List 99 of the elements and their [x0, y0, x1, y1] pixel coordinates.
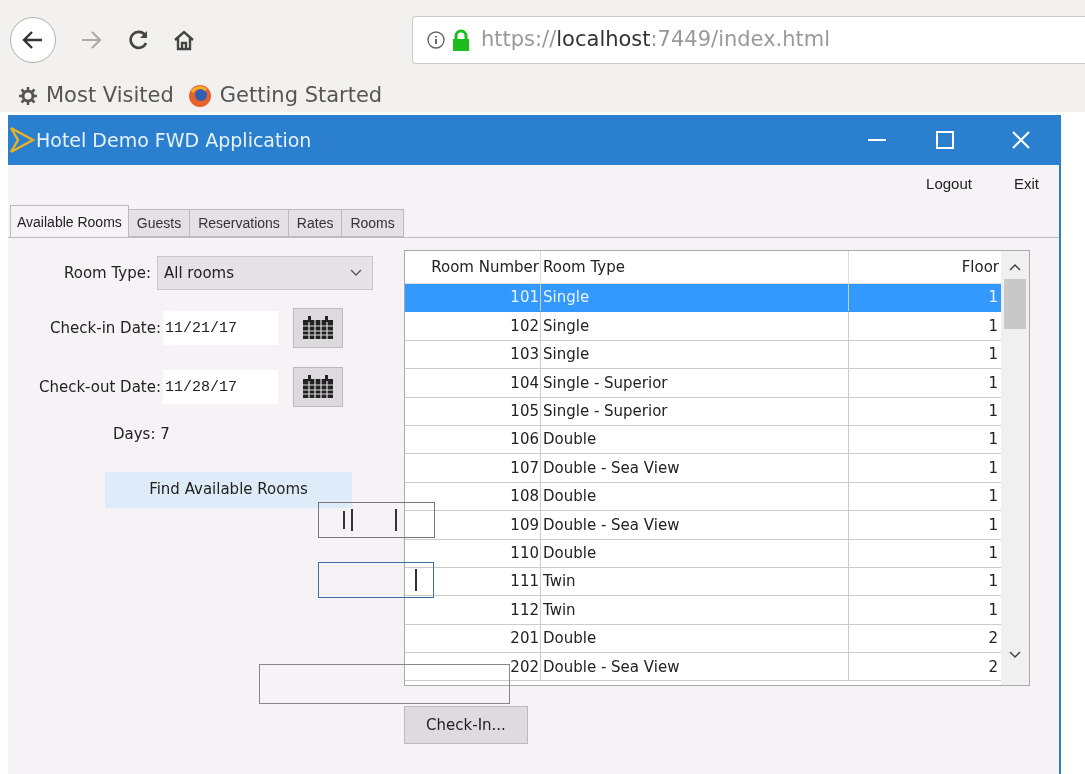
bookmark-link[interactable]: Most Visited [46, 80, 174, 112]
table-row[interactable]: 106 Double 1 [405, 425, 1001, 455]
table-cell-text: 2 [987, 628, 999, 650]
table-cell: Double [541, 539, 849, 567]
calendar-icon [302, 375, 334, 399]
table-cell-text: 1 [987, 599, 999, 621]
table-row[interactable]: 104 Single - Superior 1 [405, 369, 1001, 398]
table-cell: Double [541, 425, 849, 454]
maximize-icon [936, 131, 954, 149]
logo-icon [8, 125, 36, 155]
table-cell: Double - Sea View [541, 511, 849, 539]
back-arrow-icon [22, 30, 44, 50]
table-cell: 102 [405, 312, 541, 340]
tab[interactable]: Available Rooms [10, 205, 129, 238]
table-cell-text: 1 [987, 401, 999, 422]
days-count: Days: 7 [113, 424, 170, 445]
table-row[interactable]: 110 Double 1 [405, 539, 1001, 568]
url-text: https://localhost:7449/index.html [481, 26, 831, 54]
table-row[interactable]: 111 Twin 1 [405, 567, 1001, 597]
table-row[interactable]: 103 Single 1 [405, 340, 1001, 370]
table-cell-text: 2 [987, 656, 999, 678]
bookmark-link[interactable]: Getting Started [219, 80, 383, 112]
globe-icon [187, 84, 212, 108]
table-cell: Single [541, 312, 849, 340]
table-cell-text: 1 [987, 429, 999, 451]
field-label: Check-in Date: [49, 317, 162, 339]
table-cell-text: 1 [987, 315, 999, 337]
chevron-down-icon [350, 269, 362, 277]
calendar-icon [302, 316, 334, 340]
menu-item[interactable]: Exit [1014, 172, 1039, 196]
table-cell: 101 [405, 284, 541, 312]
table-cell: Double - Sea View [541, 454, 849, 482]
table-cell-text: 1 [987, 372, 999, 394]
table-cell: 106 [405, 425, 541, 454]
minimize-icon [868, 138, 886, 142]
column-header[interactable]: Floor [849, 251, 1001, 283]
table-cell: 108 [405, 482, 541, 511]
column-header[interactable]: Room Type [541, 251, 849, 283]
table-cell-text: 1 [987, 344, 999, 366]
tab[interactable]: Guests [128, 209, 191, 237]
menu-item[interactable]: Logout [926, 172, 972, 196]
table-row[interactable]: 112 Twin 1 [405, 596, 1001, 625]
info-icon[interactable] [427, 31, 445, 49]
table-cell: 103 [405, 340, 541, 369]
table-cell: Twin [541, 567, 849, 596]
table-cell-text: 1 [987, 542, 999, 564]
table-cell: Double [541, 624, 849, 653]
reload-icon[interactable] [128, 29, 150, 51]
table-row[interactable]: 105 Single - Superior 1 [405, 397, 1001, 426]
tab[interactable]: Rooms [342, 209, 404, 237]
window-title: Hotel Demo FWD Application [36, 127, 312, 153]
back-button[interactable] [10, 17, 56, 63]
date-field[interactable]: 11/28/17 [163, 370, 278, 404]
table-row[interactable]: 109 Double - Sea View 1 [405, 511, 1001, 540]
find-rooms-button[interactable]: Find Available Rooms [105, 471, 352, 508]
table-cell: Double - Sea View [541, 653, 849, 681]
date-field[interactable]: 11/21/17 [163, 311, 278, 345]
tab[interactable]: Reservations [190, 209, 289, 237]
home-icon[interactable] [172, 29, 196, 51]
chevron-up-icon[interactable] [1009, 263, 1021, 271]
table-row[interactable]: 201 Double 2 [405, 624, 1001, 654]
table-cell: Single - Superior [541, 397, 849, 425]
scroll-thumb[interactable] [1004, 279, 1026, 329]
table-cell: Double [541, 482, 849, 511]
table-cell: 112 [405, 596, 541, 624]
table-row[interactable]: 107 Double - Sea View 1 [405, 454, 1001, 483]
calendar-button[interactable] [293, 308, 343, 348]
room-type-dropdown[interactable]: All rooms [157, 256, 373, 290]
gear-icon [18, 86, 38, 106]
column-header[interactable]: Room Number [405, 251, 541, 283]
table-cell: Twin [541, 596, 849, 624]
table-cell: 110 [405, 539, 541, 567]
table-cell: Single [541, 284, 849, 312]
lock-icon [451, 29, 471, 51]
field-label: Room Type: [63, 262, 152, 284]
table-cell: 202 [405, 653, 541, 681]
url-bar[interactable]: https://localhost:7449/index.html [412, 16, 1085, 64]
table-row[interactable]: 202 Double - Sea View 2 [405, 653, 1001, 682]
table-row[interactable]: 108 Double 1 [405, 482, 1001, 512]
close-icon [1012, 131, 1030, 149]
table-cell: 104 [405, 369, 541, 397]
scrollbar[interactable] [1001, 251, 1029, 685]
table-cell: Single - Superior [541, 369, 849, 397]
check-in-button[interactable]: Check-In... [404, 706, 528, 744]
table-cell-text: 1 [987, 571, 999, 593]
table-cell: 107 [405, 454, 541, 482]
table-cell-text: 1 [987, 287, 999, 309]
table-cell-text: 1 [987, 514, 999, 536]
table-cell: 105 [405, 397, 541, 425]
table-cell-text: 1 [987, 457, 999, 479]
table-cell: 109 [405, 511, 541, 539]
tab[interactable]: Rates [288, 209, 343, 237]
field-label: Check-out Date: [37, 376, 162, 398]
table-cell-text: 1 [987, 486, 999, 508]
calendar-button[interactable] [293, 367, 343, 407]
table-cell: Single [541, 340, 849, 369]
table-cell: 201 [405, 624, 541, 653]
chevron-down-icon[interactable] [1009, 651, 1021, 659]
table-row[interactable]: 102 Single 1 [405, 312, 1001, 341]
